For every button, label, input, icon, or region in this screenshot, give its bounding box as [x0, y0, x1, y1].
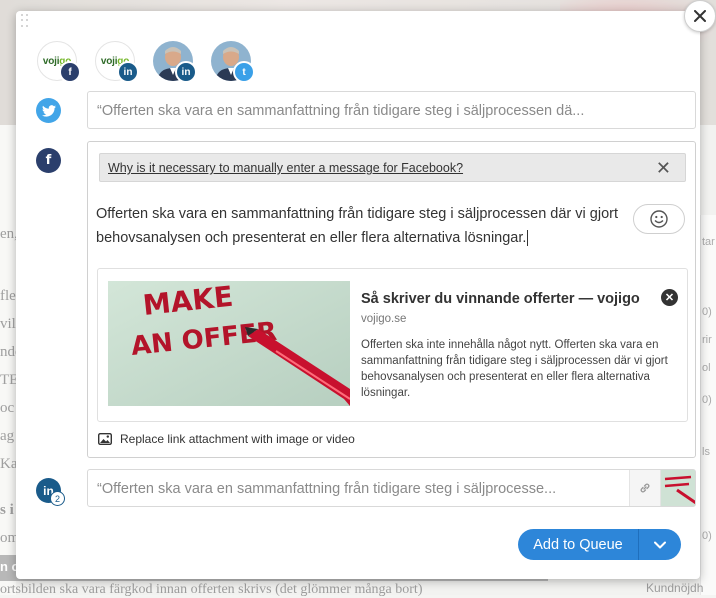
emoji-icon — [650, 210, 668, 228]
remove-link-icon[interactable]: ✕ — [661, 289, 678, 306]
chevron-down-icon — [654, 541, 666, 548]
linkedin-badge-icon: in — [117, 61, 139, 83]
facebook-badge-icon: f — [59, 61, 81, 83]
replace-attachment-link[interactable]: Replace link attachment with image or vi… — [98, 432, 355, 446]
linkedin-badge-icon: in — [175, 61, 197, 83]
facebook-message-text[interactable]: Offerten ska vara en sammanfattning från… — [96, 202, 626, 250]
profile-person-linkedin[interactable]: in — [153, 41, 197, 83]
profile-vojigo-facebook[interactable]: vojigo f — [37, 41, 81, 83]
twitter-message-preview: “Offerten ska vara en sammanfattning frå… — [97, 103, 585, 119]
drag-handle-icon[interactable] — [21, 14, 29, 28]
link-title[interactable]: Så skriver du vinnande offerter — vojigo — [361, 291, 640, 307]
facebook-icon: f — [36, 148, 61, 173]
add-to-queue-button[interactable]: Add to Queue — [518, 529, 638, 560]
facebook-notice: Why is it necessary to manually enter a … — [99, 153, 686, 182]
linkedin-composer[interactable]: “Offerten ska vara en sammanfattning frå… — [87, 469, 696, 507]
link-attachment-card: MAKE AN OFFER Så skriver du vinnande off… — [97, 268, 688, 422]
linkedin-attachment-tools — [629, 470, 695, 506]
link-icon[interactable] — [629, 470, 660, 506]
twitter-badge-icon: t — [233, 61, 255, 83]
profile-vojigo-linkedin[interactable]: vojigo in — [95, 41, 139, 83]
image-icon — [98, 433, 112, 445]
facebook-notice-link[interactable]: Why is it necessary to manually enter a … — [108, 161, 463, 175]
close-icon — [694, 10, 706, 22]
close-modal-button[interactable] — [684, 0, 716, 32]
profile-person-twitter[interactable]: t — [211, 41, 255, 83]
link-domain: vojigo.se — [361, 313, 407, 325]
emoji-button[interactable] — [633, 204, 685, 234]
linkedin-attachment-thumbnail[interactable] — [659, 470, 695, 506]
add-to-queue-split-button: Add to Queue — [518, 529, 681, 560]
twitter-icon — [36, 98, 61, 123]
twitter-composer[interactable]: “Offerten ska vara en sammanfattning frå… — [87, 91, 696, 129]
composer-modal: vojigo f vojigo in in — [16, 11, 700, 579]
link-thumbnail: MAKE AN OFFER — [108, 281, 350, 406]
replace-attachment-label: Replace link attachment with image or vi… — [120, 432, 355, 446]
linkedin-profile-count: 2 — [50, 491, 65, 506]
notice-close-icon[interactable]: ✕ — [656, 159, 671, 177]
queue-options-dropdown[interactable] — [639, 529, 681, 560]
linkedin-message-preview: “Offerten ska vara en sammanfattning frå… — [97, 481, 557, 497]
link-description[interactable]: Offerten ska inte innehålla något nytt. … — [361, 337, 681, 401]
facebook-composer: Why is it necessary to manually enter a … — [87, 141, 696, 458]
